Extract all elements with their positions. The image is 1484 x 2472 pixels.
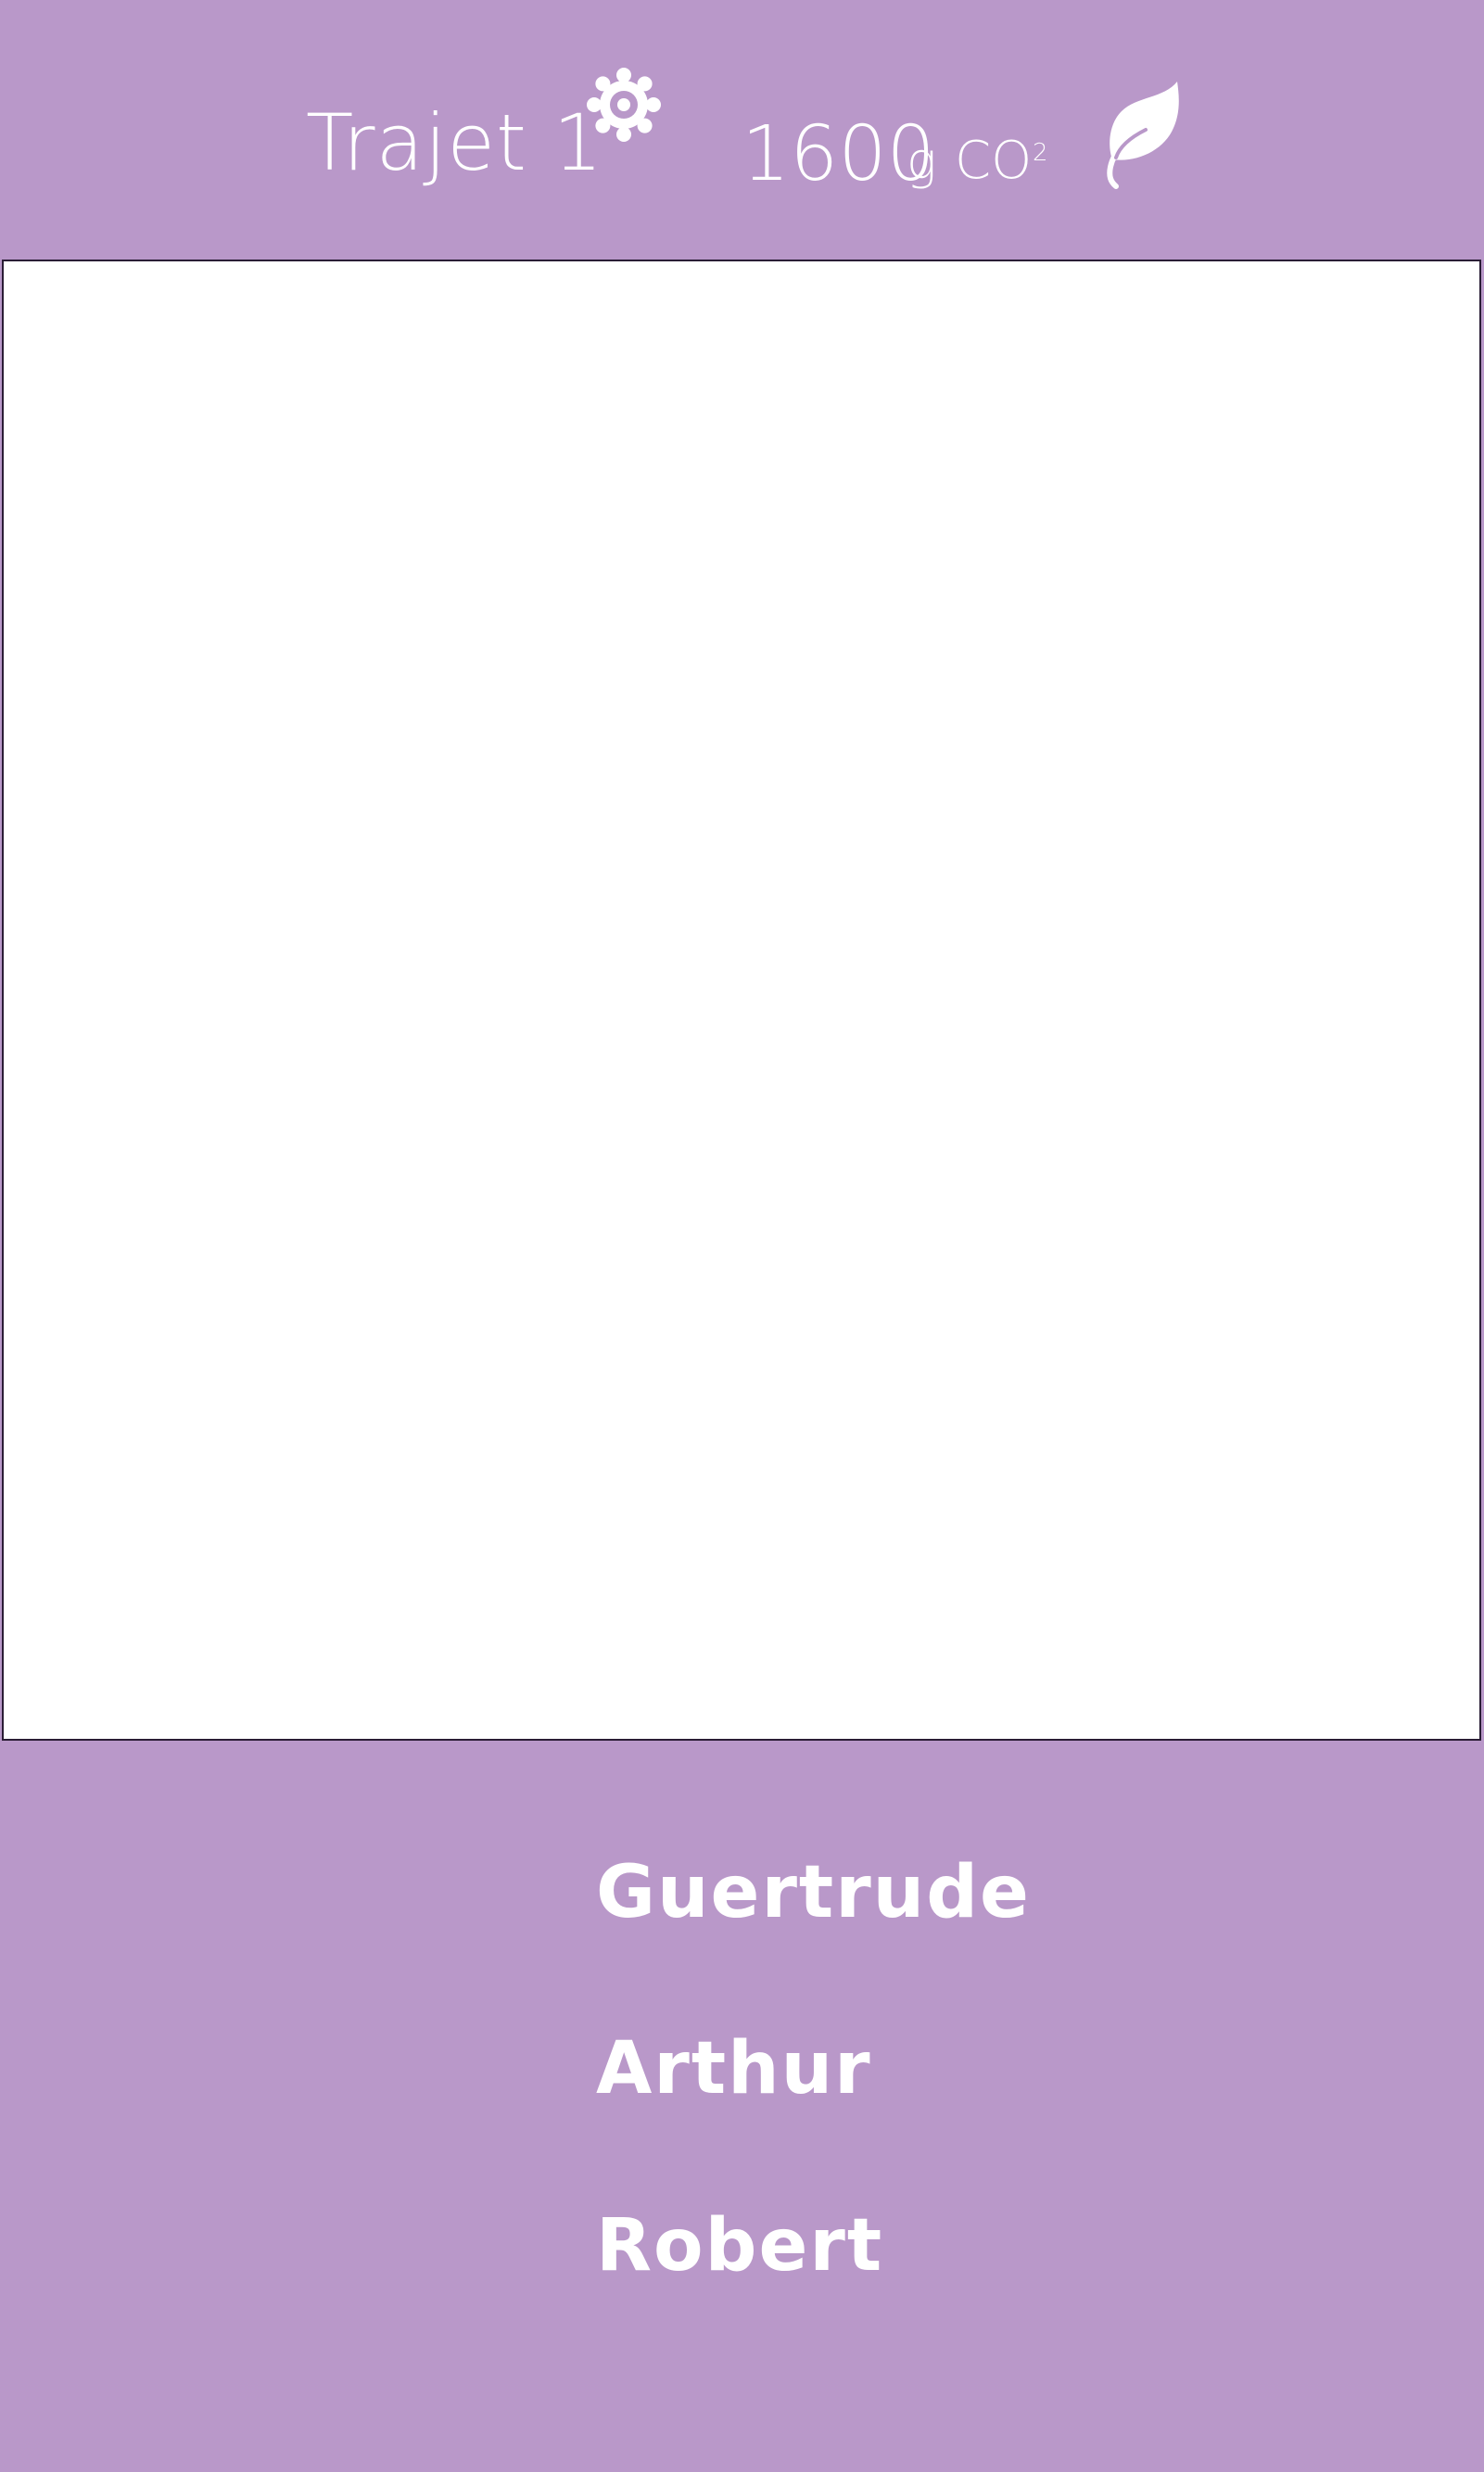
app: Trajet 1 1600 g CO 2 Guertrude Arthur Ro… (0, 0, 1484, 2472)
emission-unit: g (907, 132, 937, 190)
passenger-list: Guertrude Arthur Robert (0, 1743, 1484, 2472)
gear-icon[interactable] (586, 67, 662, 143)
emission-subscript: 2 (1033, 139, 1048, 167)
passenger-item[interactable]: Guertrude (596, 1857, 1031, 1929)
emission-gas: CO (955, 131, 1033, 191)
passenger-item[interactable]: Robert (596, 2210, 883, 2282)
passenger-item[interactable]: Arthur (596, 2033, 872, 2105)
leaf-icon (1099, 78, 1181, 189)
map-area[interactable] (2, 260, 1481, 1741)
trip-title: Trajet 1 (306, 97, 604, 188)
header: Trajet 1 1600 g CO 2 (0, 0, 1484, 260)
